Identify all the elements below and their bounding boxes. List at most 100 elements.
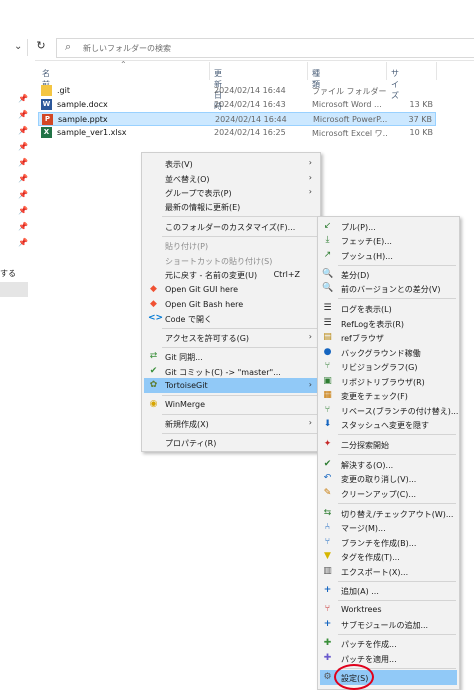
pin-icon[interactable]: 📌	[18, 94, 28, 103]
push-icon: ↗	[323, 250, 332, 260]
pin-icon[interactable]: 📌	[18, 110, 28, 119]
sort-up-icon: ⌃	[120, 60, 127, 69]
context-menu: 表示(V) › 並べ替え(O) › グループで表示(P) › 最新の情報に更新(E) …	[141, 152, 321, 452]
file-row[interactable]: .git 2024/02/14 16:44 ファイル フォルダー	[38, 84, 436, 98]
menu-separator	[162, 395, 317, 396]
menu-item-group[interactable]: グループで表示(P) ›	[144, 185, 318, 200]
menu-item-paste[interactable]: 貼り付け(P)	[144, 238, 318, 253]
globe-icon: ●	[323, 347, 332, 357]
submenu-item-daemon[interactable]: ● バックグラウンド稼働	[320, 345, 457, 360]
pin-icon[interactable]: 📌	[18, 222, 28, 231]
nav-item-label[interactable]: する	[0, 268, 16, 279]
submenu-item-add[interactable]: + 追加(A) ...	[320, 583, 457, 598]
menu-item-refresh[interactable]: 最新の情報に更新(E)	[144, 199, 318, 214]
branch-icon: ⑂	[324, 537, 331, 547]
menu-item-paste-shortcut[interactable]: ショートカットの貼り付け(S)	[144, 253, 318, 268]
file-row-selected[interactable]: P sample.pptx 2024/02/14 16:44 Microsoft…	[38, 112, 436, 126]
submenu-item-bisect[interactable]: ✦ 二分探索開始	[320, 437, 457, 452]
pin-icon[interactable]: 📌	[18, 206, 28, 215]
search-box[interactable]: ⌕ 新しいフォルダーの検索	[56, 38, 474, 58]
submenu-item-fetch[interactable]: ⤓ フェッチ(E)...	[320, 233, 457, 248]
submenu-item-create-patch[interactable]: ✚ パッチを作成...	[320, 636, 457, 651]
menu-separator	[338, 434, 456, 435]
word-icon: W	[41, 99, 52, 110]
menu-item-git-bash[interactable]: ◆ Open Git Bash here	[144, 297, 318, 312]
chevron-down-icon[interactable]: ⌄	[14, 41, 22, 52]
search-icon: ⌕	[65, 40, 72, 53]
submenu-item-check-mod[interactable]: ▦ 変更をチェック(F)	[320, 388, 457, 403]
sync-icon: ⇄	[149, 351, 158, 361]
menu-item-git-commit[interactable]: ✔ Git コミット(C) -> "master"...	[144, 364, 318, 379]
submenu-item-push[interactable]: ↗ プッシュ(H)...	[320, 248, 457, 263]
submenu-item-tag[interactable]: ▼ タグを作成(T)...	[320, 549, 457, 564]
refresh-icon[interactable]: ↻	[33, 39, 49, 55]
menu-item-access[interactable]: アクセスを許可する(G) ›	[144, 330, 318, 345]
switch-icon: ⇆	[323, 508, 332, 518]
chevron-right-icon: ›	[308, 158, 312, 167]
submenu-item-rebase[interactable]: ⑂ リベース(ブランチの付け替え)...	[320, 403, 459, 418]
stash-icon: ⬇	[323, 419, 332, 429]
pin-icon[interactable]: 📌	[18, 174, 28, 183]
submenu-item-pull[interactable]: ↙ プル(P)...	[320, 219, 457, 234]
pin-icon[interactable]: 📌	[18, 238, 28, 247]
submenu-item-merge[interactable]: ⑃ マージ(M)...	[320, 520, 457, 535]
pin-icon[interactable]: 📌	[18, 142, 28, 151]
submenu-item-export[interactable]: ▥ エクスポート(X)...	[320, 564, 457, 579]
submenu-item-revgraph[interactable]: ⑂ リビジョングラフ(G)	[320, 359, 457, 374]
file-row[interactable]: W sample.docx 2024/02/14 16:43 Microsoft…	[38, 98, 436, 112]
column-divider[interactable]	[307, 62, 308, 80]
menu-item-git-sync[interactable]: ⇄ Git 同期...	[144, 349, 318, 364]
submenu-item-reflog[interactable]: ☰ RefLogを表示(R)	[320, 316, 457, 331]
nav-item-selected[interactable]	[0, 282, 28, 297]
submenu-item-repo-browser[interactable]: ▣ リポジトリブラウザ(R)	[320, 374, 457, 389]
plus-icon: +	[323, 585, 332, 595]
pin-icon[interactable]: 📌	[18, 190, 28, 199]
menu-separator	[162, 216, 317, 217]
submenu-item-diff-prev[interactable]: 🔍 前のバージョンとの差分(V)	[320, 281, 457, 296]
address-bar: ⌄ ↻ ⌕ 新しいフォルダーの検索	[0, 36, 474, 61]
menu-separator	[338, 634, 456, 635]
merge-icon: ⑃	[324, 522, 331, 532]
column-divider[interactable]	[209, 62, 210, 80]
patch-icon: ✚	[323, 638, 332, 648]
submenu-item-log[interactable]: ☰ ログを表示(L)	[320, 301, 457, 316]
submenu-item-submodule[interactable]: + サブモジュールの追加...	[320, 617, 457, 632]
search-input[interactable]: 新しいフォルダーの検索	[83, 43, 171, 54]
revert-icon: ↶	[323, 473, 332, 483]
file-row[interactable]: X sample_ver1.xlsx 2024/02/14 16:25 Micr…	[38, 126, 436, 140]
export-icon: ▥	[323, 566, 332, 576]
menu-item-customize[interactable]: このフォルダーのカスタマイズ(F)...	[144, 219, 318, 234]
chevron-right-icon: ›	[308, 187, 312, 196]
log-icon: ☰	[323, 303, 332, 313]
resolve-icon: ✔	[323, 459, 332, 469]
submenu-item-ref-browser[interactable]: ▤ refブラウザ	[320, 330, 457, 345]
submenu-item-revert[interactable]: ↶ 変更の取り消し(V)...	[320, 471, 457, 486]
submenu-item-stash[interactable]: ⬇ スタッシュへ変更を隠す	[320, 417, 457, 432]
menu-item-winmerge[interactable]: ◉ WinMerge	[144, 397, 318, 412]
menu-item-git-gui[interactable]: ◆ Open Git GUI here	[144, 282, 318, 297]
menu-item-tortoisegit[interactable]: ✿ TortoiseGit ›	[144, 378, 318, 393]
submenu-item-diff[interactable]: 🔍 差分(D)	[320, 267, 457, 282]
submenu-item-switch[interactable]: ⇆ 切り替え/チェックアウト(W)...	[320, 506, 457, 521]
column-divider[interactable]	[436, 62, 437, 80]
pin-icon[interactable]: 📌	[18, 158, 28, 167]
submenu-item-worktrees[interactable]: ⑂ Worktrees	[320, 602, 457, 617]
menu-separator	[162, 414, 317, 415]
menu-item-view[interactable]: 表示(V) ›	[144, 156, 318, 171]
submenu-item-cleanup[interactable]: ✎ クリーンアップ(C)...	[320, 486, 457, 501]
powerpoint-icon: P	[42, 114, 53, 125]
excel-icon: X	[41, 127, 52, 138]
column-divider[interactable]	[386, 62, 387, 80]
submenu-item-apply-patch[interactable]: ✚ パッチを適用...	[320, 651, 457, 666]
menu-item-new[interactable]: 新規作成(X) ›	[144, 416, 318, 431]
menu-item-sort[interactable]: 並べ替え(O) ›	[144, 171, 318, 186]
menu-item-vscode[interactable]: <> Code で開く	[144, 311, 318, 326]
cleanup-icon: ✎	[323, 488, 332, 498]
submenu-item-resolve[interactable]: ✔ 解決する(O)...	[320, 457, 457, 472]
submenu-item-branch[interactable]: ⑂ ブランチを作成(B)...	[320, 535, 457, 550]
menu-separator	[162, 236, 317, 237]
menu-item-undo[interactable]: 元に戻す - 名前の変更(U) Ctrl+Z	[144, 267, 318, 282]
pin-icon[interactable]: 📌	[18, 126, 28, 135]
menu-item-properties[interactable]: プロパティ(R)	[144, 435, 318, 450]
chevron-right-icon: ›	[308, 418, 312, 427]
